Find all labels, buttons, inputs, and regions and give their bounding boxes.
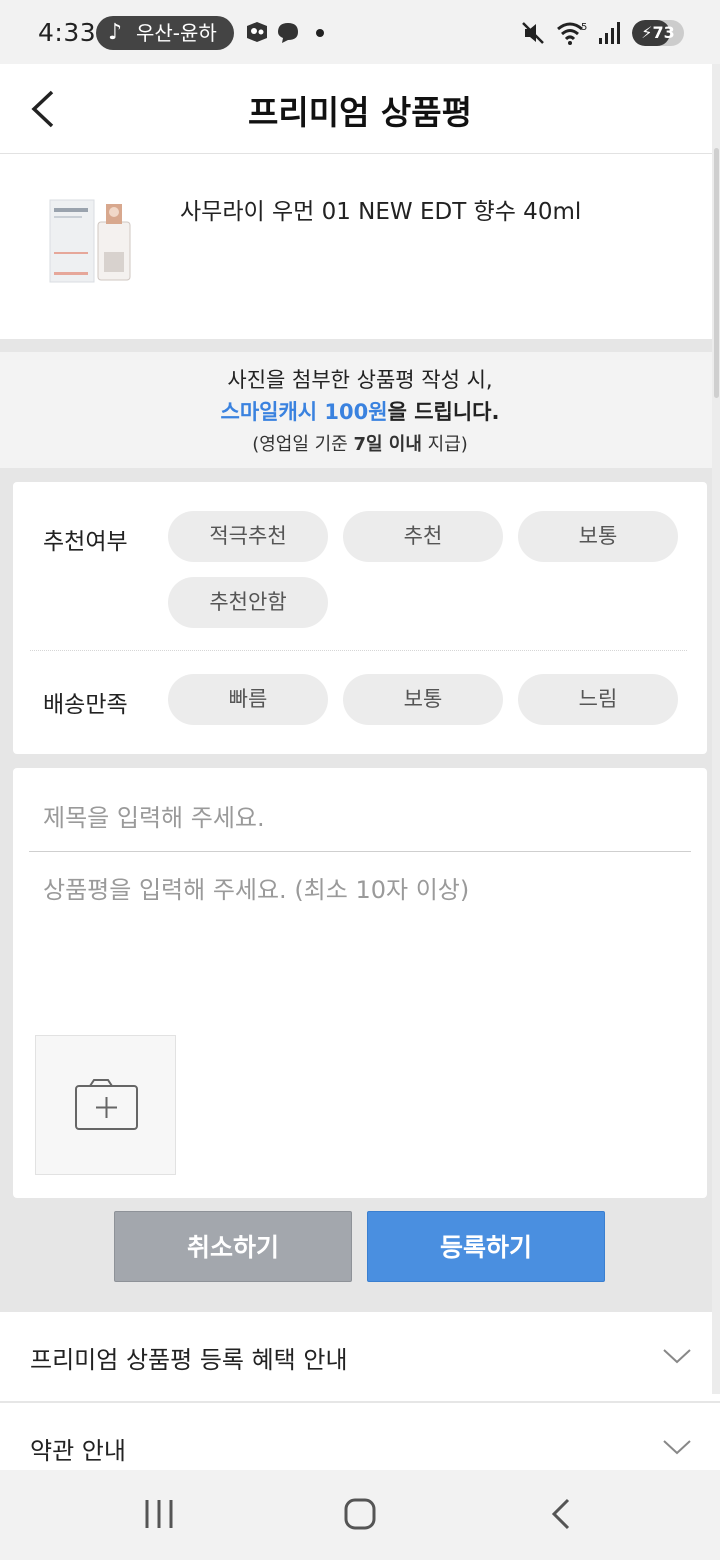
accordion-terms-label: 약관 안내 xyxy=(30,1437,126,1465)
battery-icon: ⚡73 xyxy=(632,20,684,46)
media-pill-label: 우산-윤하 xyxy=(136,21,217,45)
chip-not-recommend[interactable]: 추천안함 xyxy=(168,577,328,628)
cancel-button[interactable]: 취소하기 xyxy=(114,1211,352,1282)
recent-apps-icon[interactable] xyxy=(142,1494,176,1534)
recommend-label: 추천여부 xyxy=(43,529,128,555)
svg-text:5: 5 xyxy=(581,22,587,33)
add-photo-button[interactable] xyxy=(35,1035,176,1175)
chip-delivery-fast[interactable]: 빠름 xyxy=(168,674,328,725)
delivery-label: 배송만족 xyxy=(43,692,128,718)
chevron-down-icon xyxy=(663,1349,691,1364)
smile-cash-highlight: 스마일캐시 100원 xyxy=(220,400,388,424)
home-icon[interactable] xyxy=(342,1494,378,1534)
chat-notification-icon xyxy=(278,23,298,43)
chip-recommend[interactable]: 추천 xyxy=(343,511,503,562)
accordion-benefits[interactable]: 프리미엄 상품평 등록 혜택 안내 xyxy=(0,1312,720,1402)
product-name: 사무라이 우먼 01 NEW EDT 향수 40ml xyxy=(180,199,582,225)
chip-delivery-slow[interactable]: 느림 xyxy=(518,674,678,725)
chip-neutral[interactable]: 보통 xyxy=(518,511,678,562)
review-body-input[interactable] xyxy=(29,864,691,1024)
status-time: 4:33 xyxy=(38,18,97,47)
banner-line-2: 스마일캐시 100원을 드립니다. xyxy=(0,396,720,426)
chevron-down-icon xyxy=(663,1440,691,1455)
product-summary: 사무라이 우먼 01 NEW EDT 향수 40ml xyxy=(0,154,720,339)
options-divider xyxy=(30,650,687,651)
banner-line-2-rest: 을 드립니다. xyxy=(387,400,500,424)
banner-line-3-bold: 7일 이내 xyxy=(353,434,422,455)
add-photo-icon xyxy=(75,1079,138,1130)
back-icon[interactable] xyxy=(548,1494,576,1534)
product-thumbnail xyxy=(49,199,131,283)
status-bar: 4:33 ♪ 우산-윤하 5 ⚡73 xyxy=(0,0,720,64)
review-form-card xyxy=(13,768,707,1198)
more-notifications-dot xyxy=(316,29,324,37)
accordion-terms[interactable]: 약관 안내 xyxy=(0,1403,720,1473)
system-nav-bar xyxy=(0,1470,720,1560)
music-note-icon: ♪ xyxy=(108,20,123,45)
scrollbar[interactable] xyxy=(712,64,720,1394)
banner-line-3: (영업일 기준 7일 이내 지급) xyxy=(252,434,468,455)
signal-icon xyxy=(599,22,620,44)
media-pill[interactable]: ♪ 우산-윤하 xyxy=(96,16,234,50)
accordion-benefits-label: 프리미엄 상품평 등록 혜택 안내 xyxy=(30,1346,348,1374)
rating-options-card: 추천여부 적극추천 추천 보통 추천안함 배송만족 빠름 보통 느림 xyxy=(13,482,707,754)
chip-delivery-normal[interactable]: 보통 xyxy=(343,674,503,725)
battery-percent: ⚡73 xyxy=(641,23,675,42)
chip-strongly-recommend[interactable]: 적극추천 xyxy=(168,511,328,562)
app-notification-icon xyxy=(247,22,267,42)
submit-button[interactable]: 등록하기 xyxy=(367,1211,605,1282)
status-icons: 5 ⚡73 xyxy=(520,18,684,48)
page-header: 프리미엄 상품평 xyxy=(0,64,720,154)
banner-line-1: 사진을 첨부한 상품평 작성 시, xyxy=(227,368,493,392)
scrollbar-thumb[interactable] xyxy=(714,148,719,398)
wifi-icon: 5 xyxy=(557,22,587,45)
review-title-input[interactable] xyxy=(29,784,691,852)
reward-banner: 사진을 첨부한 상품평 작성 시, 스마일캐시 100원을 드립니다. (영업일… xyxy=(0,352,720,468)
mute-icon xyxy=(522,22,544,44)
page-title: 프리미엄 상품평 xyxy=(247,93,472,132)
